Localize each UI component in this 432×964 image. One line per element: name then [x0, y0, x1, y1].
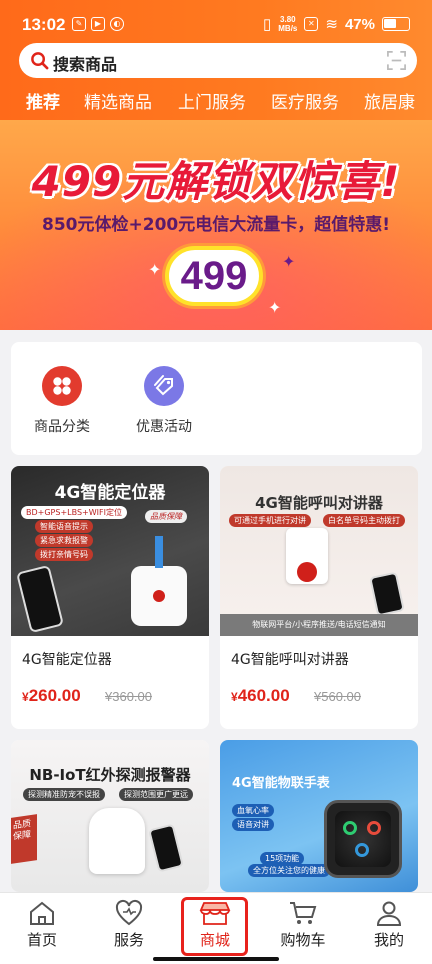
- device-illustration: [286, 528, 328, 584]
- product-image: 4G智能定位器 BD+GPS+LBS+WIFI定位 智能语音提示 紧急求救报警 …: [11, 466, 209, 636]
- battery-percent: 47%: [344, 15, 375, 33]
- banner-headline: 499元解锁双惊喜!: [31, 157, 401, 206]
- feature-pill: BD+GPS+LBS+WIFI定位: [21, 506, 127, 519]
- quality-tag: 品质保障: [11, 814, 37, 864]
- sparkle-icon: ✦: [268, 298, 282, 317]
- phone-illustration: [16, 564, 64, 634]
- feature-pill: 血氧心率: [232, 804, 274, 817]
- image-title: 4G智能物联手表: [232, 776, 330, 791]
- quick-entry-panel: 商品分类 优惠活动: [11, 342, 422, 455]
- product-price: ¥260.00: [22, 686, 81, 706]
- app-icon: ◐: [110, 17, 124, 31]
- feature-pill: 智能语音提示: [35, 520, 93, 533]
- quick-entry-promotions[interactable]: 优惠活动: [119, 366, 209, 436]
- nav-label: 我的: [373, 931, 404, 949]
- battery-icon: [382, 17, 410, 31]
- feature-pill: 探测精准防宠不误报: [23, 788, 105, 801]
- product-image: NB-IoT红外探测报警器 探测精准防宠不误报 探测范围更广更远 品质保障: [11, 740, 209, 892]
- phone-illustration: [369, 571, 405, 617]
- person-icon: [376, 901, 402, 926]
- cart-icon: [290, 902, 317, 924]
- vibrate-icon: ▯: [263, 16, 272, 33]
- product-card[interactable]: 4G智能定位器 BD+GPS+LBS+WIFI定位 智能语音提示 紧急求救报警 …: [11, 466, 209, 729]
- sensor-illustration: [89, 808, 145, 874]
- image-title: NB-IoT红外探测报警器: [29, 766, 191, 784]
- quick-entry-label: 优惠活动: [136, 419, 192, 435]
- tab-medical-service[interactable]: 医疗服务: [271, 88, 339, 113]
- nav-home[interactable]: 首页: [7, 899, 77, 950]
- status-right: ▯ 3.80 MB/s ✕ ≋ 47%: [263, 15, 410, 33]
- tab-travel-health[interactable]: 旅居康: [364, 88, 415, 113]
- tab-home-service[interactable]: 上门服务: [178, 88, 246, 113]
- nav-label: 购物车: [280, 931, 326, 949]
- sparkle-icon: ✦: [282, 252, 296, 271]
- banner-subline: 850元体检+200元电信大流量卡，超值特惠!: [42, 215, 390, 235]
- gesture-bar[interactable]: [153, 957, 279, 961]
- nav-profile[interactable]: 我的: [354, 899, 424, 950]
- feature-pill: 语音对讲: [232, 818, 274, 831]
- product-original-price: ¥560.00: [314, 689, 361, 704]
- phone-illustration: [148, 823, 184, 873]
- feature-pill: 拨打亲情号码: [35, 548, 93, 561]
- price-badge: 499: [165, 246, 263, 306]
- lanyard-illustration: [155, 536, 163, 568]
- quick-entry-category[interactable]: 商品分类: [17, 366, 107, 436]
- feature-pill: 全方位关注您的健康: [248, 864, 330, 877]
- currency-symbol: ¥: [22, 690, 29, 704]
- search-icon: [31, 52, 49, 70]
- device-illustration: [131, 566, 187, 626]
- scan-icon[interactable]: [386, 50, 407, 71]
- status-notification-icons: ✎ ▶ ◐: [72, 17, 124, 31]
- product-card[interactable]: 4G智能呼叫对讲器 可通过手机进行对讲 白名单号码主动拨打 物联网平台/小程序推…: [220, 466, 418, 729]
- nav-cart[interactable]: 购物车: [268, 899, 338, 950]
- image-title: 4G智能呼叫对讲器: [255, 494, 383, 512]
- grid-icon: [42, 366, 82, 406]
- category-tabs: 推荐 精选商品 上门服务 医疗服务 旅居康: [0, 86, 432, 116]
- search-placeholder: 搜索商品: [53, 55, 118, 74]
- sparkle-icon: ✦: [148, 260, 162, 279]
- nav-label: 首页: [26, 931, 57, 949]
- image-title: 4G智能定位器: [54, 483, 166, 503]
- product-name: 4G智能呼叫对讲器: [231, 652, 349, 668]
- active-tab-highlight-box: [181, 897, 248, 956]
- nav-service[interactable]: 服务: [94, 899, 164, 950]
- product-image: 4G智能呼叫对讲器 可通过手机进行对讲 白名单号码主动拨打 物联网平台/小程序推…: [220, 466, 418, 636]
- search-bar[interactable]: 搜索商品: [19, 43, 417, 78]
- product-card[interactable]: 4G智能物联手表 血氧心率 语音对讲 15项功能 全方位关注您的健康: [220, 740, 418, 892]
- feature-pill: 探测范围更广更远: [119, 788, 193, 801]
- wifi-icon: ≋: [325, 16, 338, 33]
- app-header: 13:02 ✎ ▶ ◐ ▯ 3.80 MB/s ✕ ≋ 47% 搜索商品 推荐 …: [0, 0, 432, 120]
- feature-pill: 白名单号码主动拨打: [323, 514, 405, 527]
- watch-illustration: [324, 800, 402, 878]
- net-speed-value: 3.80: [280, 15, 296, 24]
- tab-recommend[interactable]: 推荐: [26, 88, 60, 113]
- net-speed: 3.80 MB/s: [278, 15, 297, 33]
- net-speed-unit: MB/s: [278, 24, 298, 33]
- product-name: 4G智能定位器: [22, 652, 112, 668]
- product-image: 4G智能物联手表 血氧心率 语音对讲 15项功能 全方位关注您的健康: [220, 740, 418, 892]
- tab-selected-goods[interactable]: 精选商品: [84, 88, 152, 113]
- nav-label: 服务: [113, 931, 144, 949]
- feature-pill: 可通过手机进行对讲: [229, 514, 311, 527]
- price-value: 260.00: [28, 686, 81, 705]
- home-icon: [30, 901, 54, 925]
- heart-icon: [115, 899, 143, 926]
- notification-icon: ✎: [72, 17, 86, 31]
- coupon-icon: [144, 366, 184, 406]
- image-footer: 物联网平台/小程序推送/电话短信通知: [220, 614, 418, 636]
- media-icon: ▶: [91, 17, 105, 31]
- currency-symbol: ¥: [231, 690, 238, 704]
- price-value: 460.00: [237, 686, 290, 705]
- sim-icon: ✕: [304, 17, 319, 31]
- promo-banner[interactable]: 499元解锁双惊喜! 850元体检+200元电信大流量卡，超值特惠! ✦ ✦ ✦…: [0, 120, 432, 330]
- status-time: 13:02: [22, 15, 66, 34]
- quality-tag: 品质保障: [145, 510, 187, 523]
- quick-entry-label: 商品分类: [34, 419, 90, 435]
- product-original-price: ¥360.00: [105, 689, 152, 704]
- product-card[interactable]: NB-IoT红外探测报警器 探测精准防宠不误报 探测范围更广更远 品质保障: [11, 740, 209, 892]
- feature-pill: 紧急求救报警: [35, 534, 93, 547]
- product-price: ¥460.00: [231, 686, 290, 706]
